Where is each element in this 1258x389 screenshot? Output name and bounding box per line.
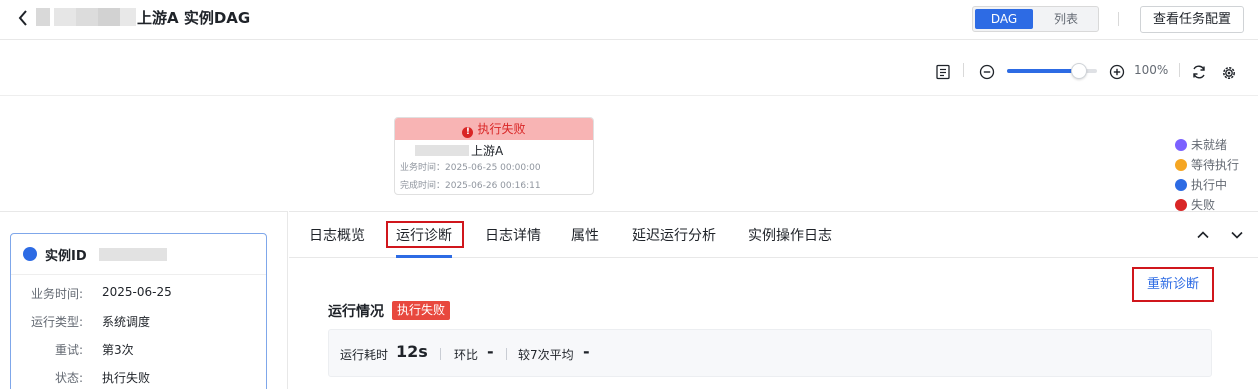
run-stats: 运行耗时 12s 环比 - 较7次平均 -	[328, 329, 1212, 377]
ratio-label: 环比	[454, 348, 479, 362]
error-icon: !	[462, 127, 474, 138]
settings-gear-icon[interactable]	[1221, 65, 1237, 81]
tab-log-details[interactable]: 日志详情	[485, 225, 541, 245]
field-label: 运行类型:	[31, 315, 84, 329]
zoom-slider-fill	[1007, 69, 1079, 73]
field-label: 重试:	[55, 343, 84, 357]
legend-label: 等待执行	[1191, 158, 1240, 172]
legend-label: 执行中	[1191, 178, 1228, 192]
header-divider	[1118, 12, 1119, 26]
detail-panel: 日志概览 运行诊断 日志详情 属性 延迟运行分析 实例操作日志 重新诊断 运行情…	[289, 211, 1258, 389]
zoom-slider-handle[interactable]	[1071, 63, 1087, 79]
tab-operation-log[interactable]: 实例操作日志	[748, 225, 832, 245]
stat-divider	[506, 348, 507, 360]
redacted-title-block	[98, 8, 120, 26]
field-label: 状态:	[55, 371, 84, 385]
status-badge: 执行失败	[392, 301, 451, 320]
list-view-button[interactable]: 列表	[1037, 9, 1095, 29]
node-finish-time: 完成时间：2025-06-26 00:16:11	[400, 181, 541, 191]
zoom-out-icon[interactable]	[979, 64, 995, 80]
field-value-status: 执行失败	[102, 371, 151, 385]
stat-divider	[440, 348, 441, 360]
node-business-time: 业务时间：2025-06-25 00:00:00	[400, 163, 541, 173]
avg-label: 较7次平均	[518, 348, 574, 362]
detail-tabs: 日志概览 运行诊断 日志详情 属性 延迟运行分析 实例操作日志	[289, 212, 1258, 258]
legend-item-not-ready: 未就绪	[1175, 135, 1239, 155]
dag-toolbar: 100%	[0, 41, 1258, 96]
node-status-text: 执行失败	[477, 122, 526, 136]
chevron-up-icon[interactable]	[1195, 227, 1211, 243]
legend-item-waiting: 等待执行	[1175, 155, 1239, 175]
ratio-value: -	[487, 342, 494, 361]
rediagnose-button[interactable]: 重新诊断	[1132, 267, 1214, 302]
outline-icon[interactable]	[935, 64, 951, 80]
active-tab-indicator	[396, 255, 452, 258]
legend-item-running: 执行中	[1175, 175, 1239, 195]
duration-label: 运行耗时	[340, 348, 389, 362]
node-status-bar: ! 执行失败	[395, 118, 593, 140]
field-value-run-type: 系统调度	[102, 315, 151, 329]
node-name: 上游A	[471, 144, 504, 158]
avg-value: -	[583, 342, 590, 361]
legend-label: 失败	[1191, 198, 1216, 212]
dag-view-button[interactable]: DAG	[975, 9, 1033, 29]
card-divider	[11, 274, 266, 275]
view-task-config-button[interactable]: 查看任务配置	[1140, 6, 1244, 33]
redacted-title-block	[54, 8, 76, 26]
chevron-down-icon[interactable]	[1229, 227, 1245, 243]
field-value-retry: 第3次	[102, 343, 134, 357]
back-arrow-icon[interactable]	[14, 8, 34, 28]
document-icon	[23, 247, 37, 261]
instance-card[interactable]: 实例ID 业务时间: 2025-06-25 运行类型: 系统调度 重试: 第3次…	[10, 233, 267, 389]
section-title: 运行情况	[328, 304, 384, 320]
dag-node[interactable]: ! 执行失败 上游A 业务时间：2025-06-25 00:00:00 完成时间：…	[394, 117, 594, 195]
redacted-instance-id	[99, 248, 167, 261]
tab-delay-analysis[interactable]: 延迟运行分析	[632, 225, 716, 245]
legend-label: 未就绪	[1191, 138, 1228, 152]
zoom-in-icon[interactable]	[1109, 64, 1125, 80]
dag-canvas[interactable]: ! 执行失败 上游A 业务时间：2025-06-25 00:00:00 完成时间：…	[0, 97, 1258, 212]
page-title: 上游A 实例DAG	[137, 9, 251, 27]
tab-properties[interactable]: 属性	[571, 225, 599, 245]
field-value-business-time: 2025-06-25	[102, 285, 172, 299]
zoom-level: 100%	[1134, 63, 1169, 77]
status-legend: 未就绪 等待执行 执行中 失败	[1175, 135, 1239, 215]
field-label: 业务时间:	[31, 287, 84, 301]
page-header: 上游A 实例DAG DAG 列表 查看任务配置	[0, 0, 1258, 40]
toolbar-divider	[963, 63, 964, 77]
view-mode-toggle: DAG 列表	[972, 6, 1099, 32]
refresh-icon[interactable]	[1191, 64, 1207, 80]
redacted-title-block	[36, 8, 50, 26]
redacted-title-block	[120, 8, 136, 26]
play-icon	[1175, 179, 1187, 191]
instance-id-label: 实例ID	[45, 249, 87, 264]
redacted-node-name	[415, 145, 469, 156]
tab-run-diagnosis[interactable]: 运行诊断	[396, 225, 452, 245]
toolbar-divider	[1179, 63, 1180, 77]
clock-icon	[1175, 159, 1187, 171]
ellipsis-icon	[1175, 139, 1187, 151]
duration-value: 12s	[396, 342, 428, 361]
tab-log-overview[interactable]: 日志概览	[309, 225, 365, 245]
exclamation-icon	[1175, 199, 1187, 211]
instance-panel: 实例ID 业务时间: 2025-06-25 运行类型: 系统调度 重试: 第3次…	[0, 211, 288, 389]
redacted-title-block	[76, 8, 98, 26]
